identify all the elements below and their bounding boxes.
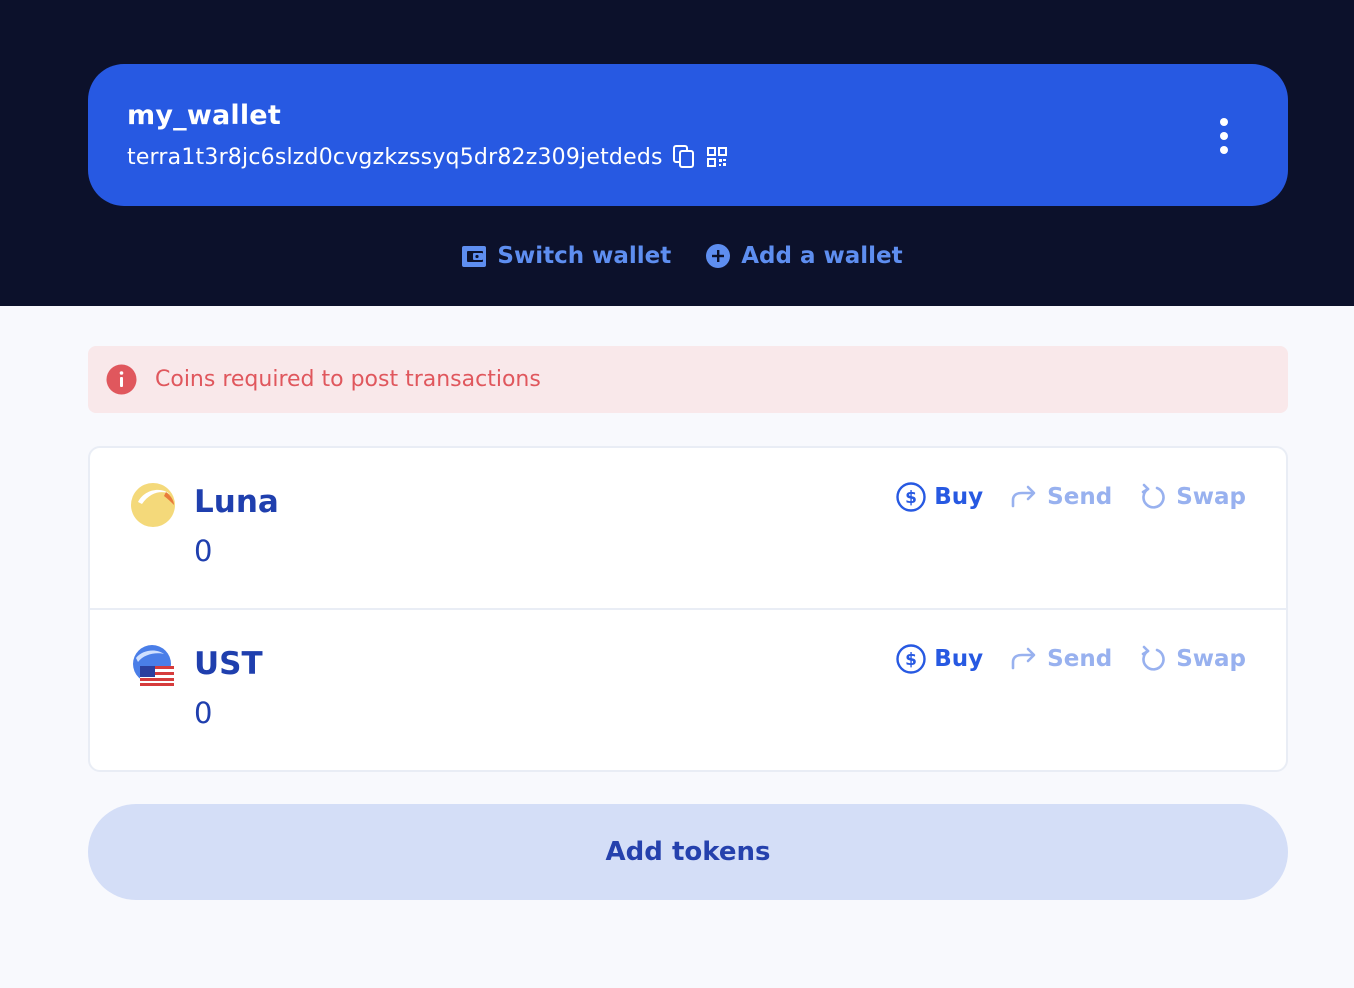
info-icon [106, 364, 137, 395]
swap-button[interactable]: Swap [1138, 482, 1246, 512]
ust-logo-icon [133, 645, 174, 686]
buy-button[interactable]: $ Buy [896, 482, 983, 512]
copy-icon[interactable] [672, 145, 695, 169]
wallet-address: terra1t3r8jc6slzd0cvgzkzssyq5dr82z309jet… [127, 144, 663, 170]
asset-amount: 0 [194, 696, 213, 730]
dollar-circle-icon: $ [896, 482, 926, 512]
asset-name: UST [194, 646, 263, 682]
buy-label: Buy [934, 646, 984, 672]
asset-row-luna: Luna 0 $ Buy Send Swap [90, 448, 1286, 610]
asset-row-ust: UST 0 $ Buy Send Swap [90, 610, 1286, 772]
wallet-icon [462, 246, 487, 267]
asset-actions: $ Buy Send Swap [896, 482, 1246, 512]
switch-wallet-label: Switch wallet [497, 243, 672, 269]
add-wallet-label: Add a wallet [741, 243, 903, 269]
dollar-circle-icon: $ [896, 644, 926, 674]
send-label: Send [1047, 484, 1113, 510]
switch-wallet-button[interactable]: Switch wallet [461, 243, 671, 269]
swap-label: Swap [1176, 484, 1246, 510]
wallet-name: my_wallet [127, 100, 281, 131]
send-label: Send [1047, 646, 1113, 672]
swap-label: Swap [1176, 646, 1246, 672]
alert-message: Coins required to post transactions [155, 367, 541, 392]
asset-amount: 0 [194, 534, 213, 568]
buy-label: Buy [934, 484, 984, 510]
add-tokens-label: Add tokens [605, 837, 771, 867]
wallet-card: my_wallet terra1t3r8jc6slzd0cvgzkzssyq5d… [88, 64, 1288, 206]
more-vertical-icon[interactable] [1212, 118, 1236, 154]
add-circle-icon [706, 244, 731, 268]
asset-name: Luna [194, 484, 279, 520]
wallet-header: my_wallet terra1t3r8jc6slzd0cvgzkzssyq5d… [0, 0, 1354, 306]
svg-text:$: $ [905, 650, 917, 670]
wallet-actions: Switch wallet Add a wallet [0, 236, 1354, 276]
add-tokens-button[interactable]: Add tokens [88, 804, 1288, 900]
send-arrow-icon [1011, 647, 1036, 670]
asset-actions: $ Buy Send Swap [896, 644, 1246, 674]
send-arrow-icon [1011, 485, 1036, 508]
add-wallet-button[interactable]: Add a wallet [705, 243, 903, 269]
luna-logo-icon [131, 483, 175, 527]
send-button[interactable]: Send [1009, 644, 1112, 674]
svg-text:$: $ [905, 488, 917, 508]
buy-button[interactable]: $ Buy [896, 644, 983, 674]
send-button[interactable]: Send [1009, 482, 1112, 512]
swap-refresh-icon [1141, 645, 1165, 671]
alert-banner: Coins required to post transactions [88, 346, 1288, 413]
address-row: terra1t3r8jc6slzd0cvgzkzssyq5dr82z309jet… [127, 142, 727, 172]
swap-button[interactable]: Swap [1138, 644, 1246, 674]
asset-list: Luna 0 $ Buy Send Swap UST 0 $ Buy Send … [88, 446, 1288, 772]
qr-code-icon[interactable] [706, 147, 727, 167]
swap-refresh-icon [1141, 483, 1165, 509]
